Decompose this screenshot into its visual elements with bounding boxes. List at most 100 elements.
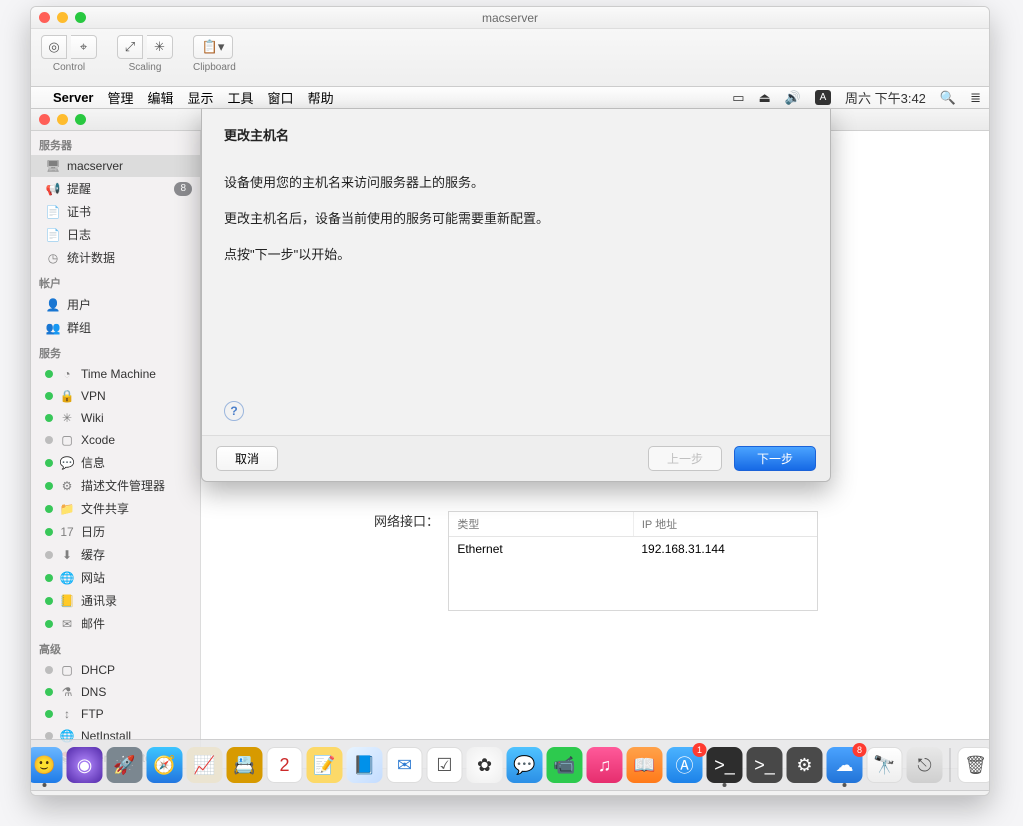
menubar-app-name[interactable]: Server (53, 90, 93, 105)
outer-close-button[interactable] (39, 12, 50, 23)
sheet-paragraph: 更改主机名后，设备当前使用的服务可能需要重新配置。 (224, 210, 808, 228)
close-button[interactable] (39, 114, 50, 125)
dock-badge: 1 (693, 743, 707, 757)
sidebar-item-文件共享[interactable]: 📁文件共享 (31, 497, 200, 520)
dock-terminal2-icon[interactable]: >_ (747, 747, 783, 783)
table-header-type[interactable]: 类型 (449, 512, 634, 536)
sidebar-item-证书[interactable]: 📄证书 (31, 200, 200, 223)
sidebar-item-label: FTP (81, 707, 104, 721)
sidebar-item-网站[interactable]: 🌐网站 (31, 566, 200, 589)
menu-view[interactable]: 显示 (188, 88, 214, 107)
dock-reminders-icon[interactable]: ☑ (427, 747, 463, 783)
outer-toolbar: ◎ ⌖ Control ⤢ ✳ Scaling 📋▾ Clipboard (31, 29, 989, 87)
scaling-fit-icon[interactable]: ⤢ (117, 35, 143, 59)
status-dot-icon (45, 597, 53, 605)
status-dot-icon (45, 666, 53, 674)
input-source-indicator[interactable]: A (815, 90, 831, 105)
volume-icon[interactable]: 🔊 (785, 90, 801, 106)
control-mode-control-icon[interactable]: ⌖ (71, 35, 97, 59)
sidebar-item-用户[interactable]: 👤用户 (31, 293, 200, 316)
sidebar-item-DHCP[interactable]: ▢DHCP (31, 659, 200, 681)
sidebar-item-icon: ▢ (59, 662, 75, 678)
dock-facetime-icon[interactable]: 📹 (547, 747, 583, 783)
sidebar-item-日历[interactable]: 17日历 (31, 520, 200, 543)
sidebar-item-VPN[interactable]: 🔒VPN (31, 385, 200, 407)
dock-finder-icon[interactable]: 🙂 (30, 747, 63, 783)
scaling-actual-icon[interactable]: ✳ (147, 35, 173, 59)
sidebar-badge: 8 (174, 182, 192, 196)
dock-trash-icon[interactable]: 🗑 (958, 747, 991, 783)
dock-safari-icon[interactable]: 🧭 (147, 747, 183, 783)
table-row[interactable]: Ethernet 192.168.31.144 (449, 537, 817, 562)
dock-grapher-icon[interactable]: 📈 (187, 747, 223, 783)
notification-center-icon[interactable]: ≣ (970, 90, 981, 106)
sidebar-item-DNS[interactable]: ⚗DNS (31, 681, 200, 703)
sidebar-item-Xcode[interactable]: ▢Xcode (31, 429, 200, 451)
eject-icon[interactable]: ⏏ (759, 90, 771, 106)
dock-dictionary-icon[interactable]: 📘 (347, 747, 383, 783)
status-dot-icon (45, 459, 53, 467)
sidebar-item-描述文件管理器[interactable]: ⚙描述文件管理器 (31, 474, 200, 497)
menu-window[interactable]: 窗口 (268, 88, 294, 107)
sidebar-item-Time Machine[interactable]: ◔Time Machine (31, 363, 200, 385)
sidebar-item-缓存[interactable]: ⬇缓存 (31, 543, 200, 566)
sidebar-item-FTP[interactable]: ↕FTP (31, 703, 200, 725)
dock-terminal-icon[interactable]: >_ (707, 747, 743, 783)
sidebar-item-提醒[interactable]: 📢提醒8 (31, 177, 200, 200)
status-dot-icon (45, 528, 53, 536)
sidebar-item-icon: 📄 (45, 204, 61, 220)
dock-notes-icon[interactable]: 📝 (307, 747, 343, 783)
dock-calendar-icon[interactable]: 2 (267, 747, 303, 783)
status-dot-icon (45, 370, 53, 378)
spotlight-icon[interactable]: 🔍 (940, 90, 956, 106)
zoom-button[interactable] (75, 114, 86, 125)
network-interface-label: 网络接口： (365, 511, 445, 530)
dock-server-icon[interactable]: ☁8 (827, 747, 863, 783)
sidebar-item-信息[interactable]: 💬信息 (31, 451, 200, 474)
sidebar-item-群组[interactable]: 👥群组 (31, 316, 200, 339)
outer-minimize-button[interactable] (57, 12, 68, 23)
status-dot-icon (45, 414, 53, 422)
control-mode-observe-icon[interactable]: ◎ (41, 35, 67, 59)
sidebar-item-icon: ◷ (45, 250, 61, 266)
sidebar-item-统计数据[interactable]: ◷统计数据 (31, 246, 200, 269)
dock-contacts-icon[interactable]: 📇 (227, 747, 263, 783)
change-hostname-sheet: 更改主机名 设备使用您的主机名来访问服务器上的服务。 更改主机名后，设备当前使用… (201, 109, 831, 482)
dock-itunes-icon[interactable]: ♫ (587, 747, 623, 783)
dock-photos-icon[interactable]: ✿ (467, 747, 503, 783)
sidebar-item-icon: ✉ (59, 616, 75, 632)
dock-running-indicator (843, 783, 847, 787)
next-button[interactable]: 下一步 (734, 446, 816, 471)
sidebar-section-servers: 服务器 (31, 131, 200, 155)
outer-zoom-button[interactable] (75, 12, 86, 23)
minimize-button[interactable] (57, 114, 68, 125)
menu-tools[interactable]: 工具 (228, 88, 254, 107)
sidebar-item-邮件[interactable]: ✉邮件 (31, 612, 200, 635)
menu-edit[interactable]: 编辑 (148, 88, 174, 107)
sidebar-item-Wiki[interactable]: ✳Wiki (31, 407, 200, 429)
dock-appstore-icon[interactable]: Ⓐ1 (667, 747, 703, 783)
sidebar-item-macserver[interactable]: 🖥macserver (31, 155, 200, 177)
sidebar-item-通讯录[interactable]: 📒通讯录 (31, 589, 200, 612)
dock-mail-icon[interactable]: ✉ (387, 747, 423, 783)
status-dot-icon (45, 620, 53, 628)
menu-manage[interactable]: 管理 (107, 88, 133, 107)
sidebar-item-日志[interactable]: 📄日志 (31, 223, 200, 246)
table-header-ip[interactable]: IP 地址 (634, 512, 818, 536)
menu-help[interactable]: 帮助 (308, 88, 334, 107)
airplay-icon[interactable]: ▭ (732, 90, 744, 106)
menubar-clock[interactable]: 周六 下午3:42 (845, 88, 926, 107)
sidebar-item-label: Time Machine (81, 367, 156, 381)
dock-ibooks-icon[interactable]: 📖 (627, 747, 663, 783)
sidebar-item-label: 日历 (81, 523, 105, 540)
dock-launchpad-icon[interactable]: 🚀 (107, 747, 143, 783)
dock-messages-icon[interactable]: 💬 (507, 747, 543, 783)
dock-connect-icon[interactable]: ⎋ (907, 747, 943, 783)
dock-sysprefs-icon[interactable]: ⚙ (787, 747, 823, 783)
cancel-button[interactable]: 取消 (216, 446, 278, 471)
sidebar-item-label: macserver (67, 159, 123, 173)
help-icon[interactable]: ? (224, 401, 244, 421)
dock-screensharing-icon[interactable]: 🔭 (867, 747, 903, 783)
clipboard-icon[interactable]: 📋▾ (193, 35, 233, 59)
dock-siri-icon[interactable]: ◉ (67, 747, 103, 783)
